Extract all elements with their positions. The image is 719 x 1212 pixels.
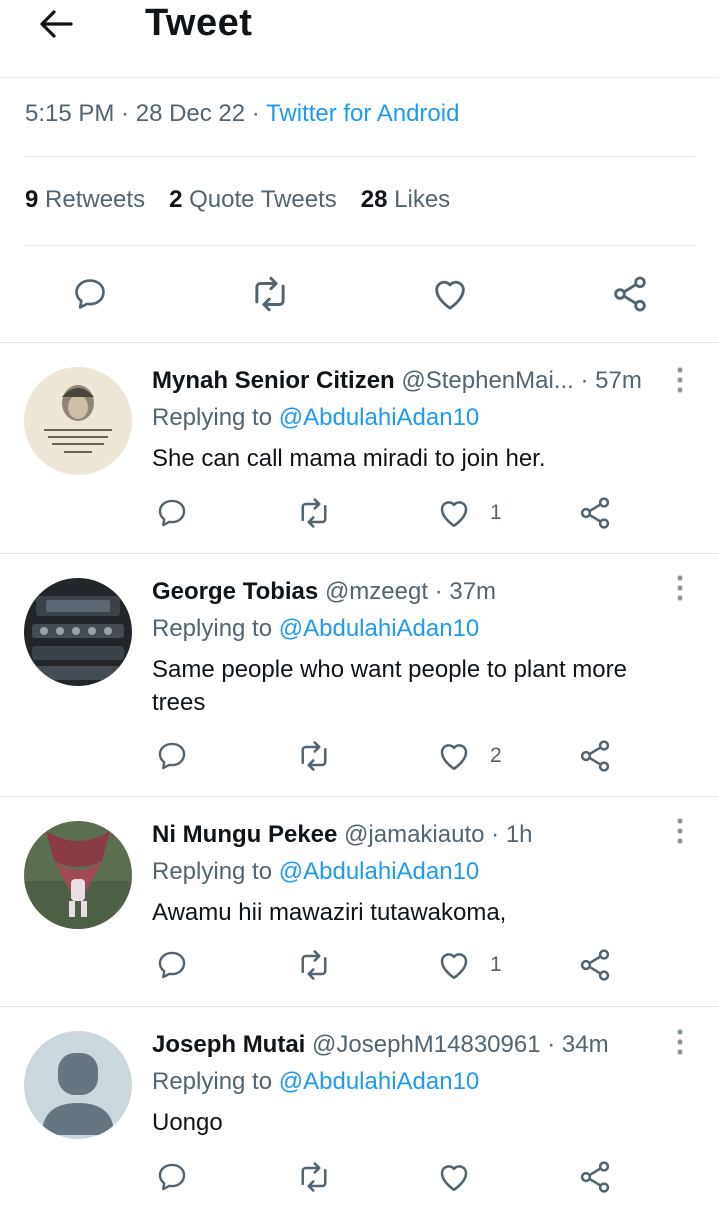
replying-to: Replying to @AbdulahiAdan10 <box>152 858 479 886</box>
reply-action-bar: 1 <box>0 945 719 985</box>
mention-link[interactable]: @AbdulahiAdan10 <box>279 1068 480 1095</box>
replying-to-label: Replying to <box>152 615 279 642</box>
replying-to-label: Replying to <box>152 404 279 431</box>
share-icon[interactable] <box>606 270 654 318</box>
likes-stat[interactable]: 28 Likes <box>361 186 450 214</box>
like-button[interactable]: 2 <box>436 736 502 776</box>
more-options-icon[interactable] <box>668 1027 692 1057</box>
reply-tweet[interactable]: Ni Mungu Pekee @jamakiauto · 1h Replying… <box>0 797 719 1007</box>
back-arrow-icon[interactable] <box>36 6 76 42</box>
author-name[interactable]: Mynah Senior Citizen <box>152 367 395 394</box>
mention-link[interactable]: @AbdulahiAdan10 <box>279 404 480 431</box>
tweet-source-link[interactable]: Twitter for Android <box>266 100 459 127</box>
retweet-icon[interactable] <box>296 736 332 776</box>
reply-header: George Tobias @mzeegt · 37m <box>152 578 496 606</box>
reply-icon[interactable] <box>155 736 189 776</box>
likes-label: Likes <box>394 186 451 213</box>
author-name[interactable]: George Tobias <box>152 578 318 605</box>
quote-tweets-stat[interactable]: 2 Quote Tweets <box>169 186 337 214</box>
share-icon[interactable] <box>577 1157 613 1197</box>
retweet-icon[interactable] <box>296 1157 332 1197</box>
like-count: 2 <box>490 744 502 767</box>
reply-header: Joseph Mutai @JosephM14830961 · 34m <box>152 1031 609 1059</box>
author-name[interactable]: Joseph Mutai <box>152 1031 305 1058</box>
author-handle[interactable]: @mzeegt <box>325 578 428 605</box>
retweets-label: Retweets <box>45 186 146 213</box>
retweets-stat[interactable]: 9 Retweets <box>25 186 145 214</box>
reply-icon[interactable] <box>155 945 189 985</box>
meta-separator: · <box>114 100 136 127</box>
replying-to: Replying to @AbdulahiAdan10 <box>152 615 479 643</box>
reply-tweet[interactable]: Joseph Mutai @JosephM14830961 · 34m Repl… <box>0 1007 719 1212</box>
like-count: 1 <box>490 953 502 976</box>
top-bar: Tweet <box>0 0 719 78</box>
tweet-date: 28 Dec 22 <box>135 100 246 127</box>
reply-tweet[interactable]: Mynah Senior Citizen @StephenMai... · 57… <box>0 343 719 553</box>
page-title: Tweet <box>145 2 253 44</box>
reply-tweet[interactable]: George Tobias @mzeegt · 37m Replying to … <box>0 554 719 796</box>
retweets-count: 9 <box>25 186 39 213</box>
reply-text: Awamu hii mawaziri tutawakoma, <box>152 899 507 926</box>
avatar[interactable] <box>24 578 132 686</box>
mention-link[interactable]: @AbdulahiAdan10 <box>279 858 480 885</box>
author-handle[interactable]: @JosephM14830961 <box>312 1031 541 1058</box>
tweet-action-bar <box>0 270 719 318</box>
share-icon[interactable] <box>577 493 613 533</box>
reply-text: She can call mama miradi to join her. <box>152 445 546 472</box>
share-icon[interactable] <box>577 736 613 776</box>
reply-text: Uongo <box>152 1109 223 1136</box>
tweet-stats: 9 Retweets 2 Quote Tweets 28 Likes <box>25 186 450 214</box>
avatar[interactable] <box>24 367 132 475</box>
more-options-icon[interactable] <box>668 816 692 846</box>
divider <box>25 245 695 246</box>
replying-to-label: Replying to <box>152 858 279 885</box>
tweet-time: 5:15 PM <box>25 100 115 127</box>
quote-tweets-label: Quote Tweets <box>189 186 337 213</box>
replying-to: Replying to @AbdulahiAdan10 <box>152 1068 479 1096</box>
tweet-meta: 5:15 PM · 28 Dec 22 · Twitter for Androi… <box>25 100 459 128</box>
default-avatar[interactable] <box>24 1031 132 1139</box>
avatar[interactable] <box>24 821 132 929</box>
retweet-icon[interactable] <box>246 270 294 318</box>
like-count: 1 <box>490 501 502 524</box>
reply-time: · 57m <box>573 367 642 394</box>
like-heart-icon <box>440 1165 468 1192</box>
replying-to: Replying to @AbdulahiAdan10 <box>152 404 479 432</box>
like-heart-icon <box>440 744 468 771</box>
more-options-icon[interactable] <box>668 573 692 603</box>
reply-header: Ni Mungu Pekee @jamakiauto · 1h <box>152 821 533 849</box>
reply-icon[interactable] <box>155 1157 189 1197</box>
reply-time: · 1h <box>484 821 533 848</box>
reply-action-bar: 2 <box>0 736 719 776</box>
likes-count: 28 <box>360 186 388 213</box>
reply-time: · 34m <box>540 1031 609 1058</box>
author-handle[interactable]: @jamakiauto <box>344 821 484 848</box>
replying-to-label: Replying to <box>152 1068 279 1095</box>
reply-icon[interactable] <box>155 493 189 533</box>
author-name[interactable]: Ni Mungu Pekee <box>152 821 337 848</box>
retweet-icon[interactable] <box>296 945 332 985</box>
share-icon[interactable] <box>577 945 613 985</box>
reply-header: Mynah Senior Citizen @StephenMai... · 57… <box>152 367 642 395</box>
like-heart-icon <box>440 501 468 528</box>
like-heart-icon[interactable] <box>426 270 474 318</box>
reply-time: · 37m <box>428 578 497 605</box>
mention-link[interactable]: @AbdulahiAdan10 <box>279 615 480 642</box>
more-options-icon[interactable] <box>668 365 692 395</box>
quote-tweets-count: 2 <box>169 186 183 213</box>
like-button[interactable]: 1 <box>436 945 502 985</box>
like-button[interactable] <box>436 1157 490 1197</box>
reply-text: Same people who want people to plant mor… <box>152 656 627 716</box>
reply-action-bar <box>0 1157 719 1197</box>
meta-separator: · <box>245 100 267 127</box>
reply-action-bar: 1 <box>0 493 719 533</box>
like-heart-icon <box>440 953 468 980</box>
retweet-icon[interactable] <box>296 493 332 533</box>
author-handle[interactable]: @StephenMai... <box>401 367 573 394</box>
divider <box>25 156 695 157</box>
like-button[interactable]: 1 <box>436 493 502 533</box>
reply-icon[interactable] <box>66 270 114 318</box>
